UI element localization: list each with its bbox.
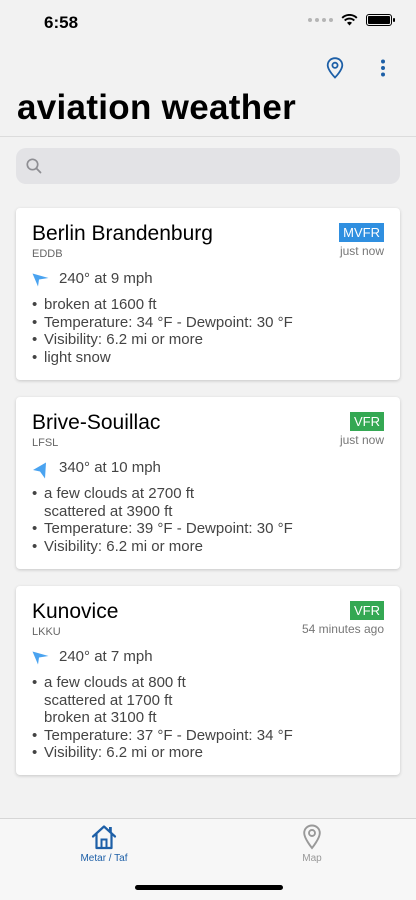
flight-category-badge: VFR: [350, 412, 384, 431]
station-code: LFSL: [32, 437, 59, 449]
status-time: 6:58: [44, 13, 79, 32]
wind-direction-icon: [32, 273, 49, 287]
signal-icon: [308, 18, 333, 22]
wind-info: 340° at 10 mph: [59, 459, 161, 476]
wifi-icon: [341, 14, 358, 26]
wind-direction-icon: [32, 651, 49, 665]
page-title: aviation weather: [17, 88, 297, 127]
header-actions: [324, 56, 394, 80]
tab-map[interactable]: Map: [208, 819, 416, 871]
more-vertical-icon: [381, 59, 385, 77]
cloud-layer: a few clouds at 800 ft: [44, 674, 186, 691]
title-divider: [0, 136, 416, 137]
detail-item: • Temperature: 37 °F - Dewpoint: 34 °F: [32, 726, 293, 744]
station-name: Berlin Brandenburg: [32, 222, 213, 245]
status-icons: [308, 14, 395, 26]
cloud-layers: • a few clouds at 800 ft scattered at 17…: [32, 674, 186, 727]
updated-time: 54 minutes ago: [301, 622, 384, 636]
search-input[interactable]: [48, 148, 388, 184]
detail-item: • Temperature: 34 °F - Dewpoint: 30 °F: [32, 313, 293, 331]
home-icon: [91, 825, 117, 850]
detail-item: • Visibility: 6.2 mi or more: [32, 744, 203, 762]
station-name: Kunovice: [32, 600, 119, 623]
station-card[interactable]: Brive-Souillac LFSL VFR just now 340° at…: [16, 397, 400, 569]
updated-time: just now: [339, 244, 384, 258]
tab-label: Map: [302, 853, 322, 864]
wind-info: 240° at 7 mph: [59, 648, 153, 665]
detail-item: • Visibility: 6.2 mi or more: [32, 331, 203, 349]
cloud-layer: scattered at 1700 ft: [44, 691, 173, 709]
tab-metar-taf[interactable]: Metar / Taf: [0, 819, 208, 871]
station-name: Brive-Souillac: [32, 411, 161, 434]
detail-item: • light snow: [32, 348, 111, 366]
station-code: LKKU: [32, 626, 61, 638]
weather-details: • broken at 1600 ft • Temperature: 34 °F -…: [32, 296, 293, 366]
cloud-layers: • a few clouds at 2700 ft scattered at 3…: [32, 485, 195, 520]
detail-item: • Visibility: 6.2 mi or more: [32, 537, 203, 555]
flight-category-badge: MVFR: [339, 223, 384, 242]
search-icon: [26, 158, 42, 174]
station-card[interactable]: Berlin Brandenburg EDDB MVFR just now 24…: [16, 208, 400, 380]
detail-item: • broken at 1600 ft: [32, 296, 157, 313]
station-code: EDDB: [32, 248, 63, 260]
weather-details: • a few clouds at 800 ft scattered at 17…: [32, 674, 293, 762]
updated-time: just now: [339, 433, 384, 447]
wind-info: 240° at 9 mph: [59, 270, 153, 287]
location-button[interactable]: [324, 56, 346, 80]
battery-icon: [366, 14, 395, 26]
map-pin-icon: [303, 824, 321, 850]
home-indicator: [135, 885, 283, 890]
search-bar[interactable]: [16, 148, 400, 184]
detail-item: • Temperature: 39 °F - Dewpoint: 30 °F: [32, 520, 293, 538]
wind-direction-icon: [33, 462, 46, 479]
more-menu-button[interactable]: [372, 56, 394, 80]
weather-details: • a few clouds at 2700 ft scattered at 3…: [32, 485, 293, 555]
cloud-layer: a few clouds at 2700 ft: [44, 485, 195, 502]
location-pin-icon: [326, 57, 344, 79]
cloud-layer: scattered at 3900 ft: [44, 502, 173, 520]
cloud-layer: broken at 3100 ft: [44, 709, 157, 727]
tab-label: Metar / Taf: [80, 853, 128, 864]
station-card[interactable]: Kunovice LKKU VFR 54 minutes ago 240° at…: [16, 586, 400, 775]
flight-category-badge: VFR: [350, 601, 384, 620]
status-bar: 6:58: [0, 0, 416, 46]
